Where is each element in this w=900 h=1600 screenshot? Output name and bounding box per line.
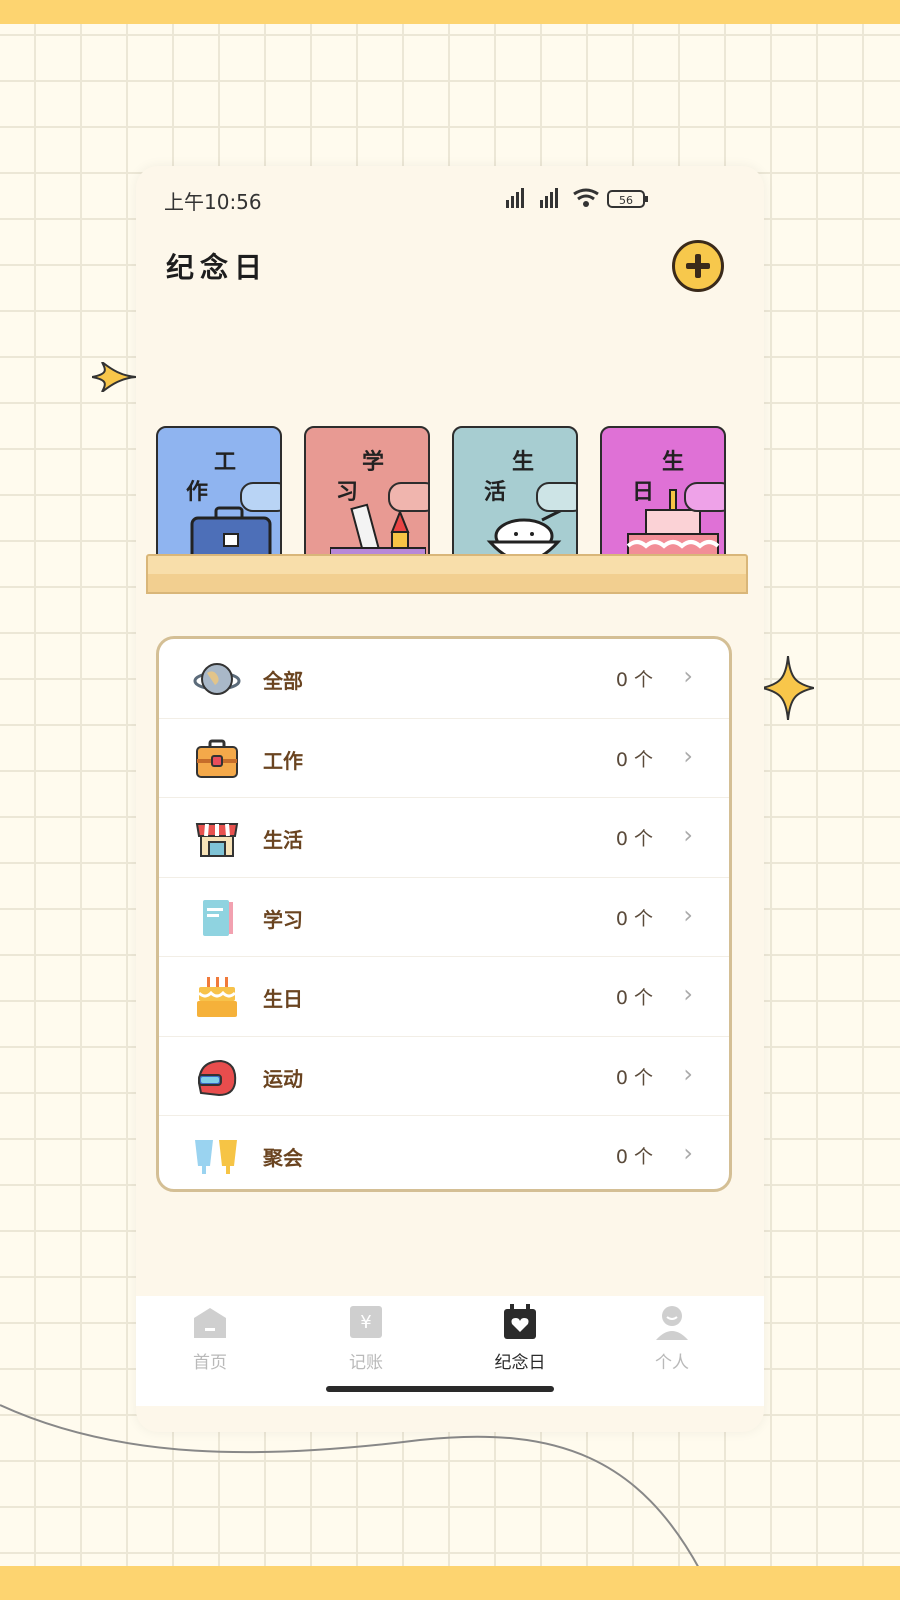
- book-title-1: 生: [662, 450, 685, 475]
- category-row-birthday[interactable]: 生日 0 个 ›: [159, 957, 729, 1037]
- chevron-right-icon: ›: [683, 980, 693, 1008]
- book-title-2: 活: [484, 480, 507, 505]
- category-label: 学习: [263, 907, 303, 932]
- category-label: 运动: [263, 1066, 303, 1091]
- category-count: 0 个: [615, 907, 653, 930]
- status-time: 上午10:56: [164, 190, 262, 214]
- book-birthday[interactable]: 生 日: [600, 426, 726, 574]
- tab-label: 纪念日: [494, 1353, 546, 1373]
- book-title-1: 生: [512, 450, 535, 475]
- battery-level: 56: [619, 194, 633, 207]
- helmet-icon: [197, 1059, 237, 1096]
- category-count: 0 个: [615, 748, 653, 771]
- category-row-study[interactable]: 学习 0 个 ›: [159, 878, 729, 957]
- chevron-right-icon: ›: [683, 900, 693, 929]
- top-banner: [0, 0, 900, 24]
- book-clasp: [388, 482, 428, 512]
- tab-anniversary[interactable]: 纪念日: [470, 1304, 570, 1384]
- chevron-right-icon: ›: [683, 741, 693, 770]
- book-study[interactable]: 学 习: [304, 426, 430, 574]
- category-list: 全部 0 个 › 工作 0 个 › 生活 0 个 › 学习 0 个 › 生日 0…: [156, 636, 732, 1192]
- shop-icon: [195, 823, 239, 857]
- category-label: 生活: [263, 828, 303, 852]
- bookshelf: 工 作 学 习 生 活 生 日: [136, 426, 764, 606]
- chevron-right-icon: ›: [683, 1139, 693, 1167]
- book-clasp: [240, 482, 280, 512]
- book-title-1: 学: [362, 450, 385, 475]
- category-label: 聚会: [263, 1146, 303, 1170]
- person-icon: [656, 1306, 688, 1340]
- app-screen: 上午10:56 56 纪念日 工 作 学 习 生 活 生 日 全部 0 个 › …: [136, 166, 764, 1432]
- shelf-edge: [146, 574, 748, 594]
- book-clasp: [536, 482, 576, 512]
- book-title-2: 作: [186, 480, 209, 505]
- status-icons: 56: [504, 184, 654, 217]
- category-row-sports[interactable]: 运动 0 个 ›: [159, 1037, 729, 1116]
- category-row-work[interactable]: 工作 0 个 ›: [159, 719, 729, 798]
- category-label: 工作: [263, 748, 303, 773]
- home-icon: [194, 1308, 226, 1338]
- sparkle-right-icon: [762, 656, 814, 720]
- category-row-party[interactable]: 聚会 0 个 ›: [159, 1116, 729, 1195]
- category-count: 0 个: [615, 1066, 653, 1089]
- toolbox-icon: [196, 739, 238, 778]
- tab-home[interactable]: 首页: [160, 1304, 260, 1384]
- category-count: 0 个: [615, 669, 653, 691]
- book-icon: [203, 899, 233, 936]
- book-work[interactable]: 工 作: [156, 426, 282, 574]
- book-title-1: 工: [214, 450, 237, 475]
- calendar-heart-icon: [504, 1304, 536, 1339]
- chevron-right-icon: ›: [683, 1059, 693, 1088]
- tab-profile[interactable]: 个人: [622, 1304, 722, 1384]
- tab-label: 首页: [193, 1353, 227, 1373]
- status-bar: 上午10:56 56: [164, 184, 736, 214]
- category-row-all[interactable]: 全部 0 个 ›: [159, 639, 729, 719]
- sparkle-left-icon: [92, 362, 136, 392]
- plus-icon: [686, 254, 710, 278]
- tab-accounting[interactable]: ¥ 记账: [316, 1304, 416, 1384]
- category-count: 0 个: [615, 1146, 653, 1168]
- book-clasp: [684, 482, 724, 512]
- book-life[interactable]: 生 活: [452, 426, 578, 574]
- signal-icon: 56: [506, 188, 648, 208]
- tab-label: 个人: [655, 1353, 689, 1373]
- category-count: 0 个: [615, 828, 653, 850]
- chevron-right-icon: ›: [683, 662, 693, 690]
- svg-text:¥: ¥: [360, 1312, 371, 1333]
- chevron-right-icon: ›: [683, 821, 693, 849]
- add-button[interactable]: [672, 240, 724, 292]
- globe-icon: [193, 663, 241, 695]
- bottom-banner: [0, 1566, 900, 1600]
- category-count: 0 个: [615, 987, 653, 1009]
- page-title: 纪念日: [166, 251, 269, 284]
- cake-icon: [197, 977, 237, 1017]
- category-row-life[interactable]: 生活 0 个 ›: [159, 798, 729, 878]
- category-label: 全部: [263, 669, 303, 693]
- drinks-icon: [195, 1140, 237, 1174]
- category-label: 生日: [263, 987, 303, 1011]
- home-indicator[interactable]: [326, 1386, 554, 1392]
- tab-label: 记账: [349, 1353, 383, 1373]
- yen-note-icon: ¥: [350, 1306, 382, 1338]
